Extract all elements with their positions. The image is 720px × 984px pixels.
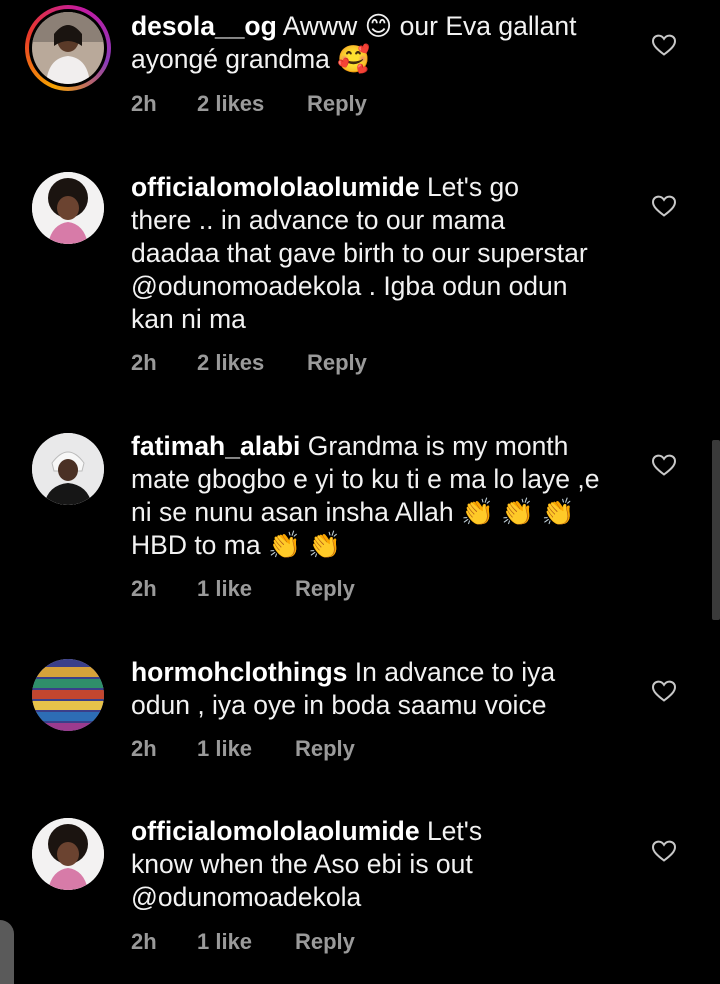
reply-button[interactable]: Reply [307,350,367,376]
avatar-image [32,433,104,505]
avatar[interactable] [32,659,104,731]
avatar[interactable] [32,433,104,505]
reply-button[interactable]: Reply [295,929,355,955]
comment-text: fatimah_alabi Grandma is my month mate g… [131,430,631,562]
comment-time: 2h [131,91,157,116]
comment-time: 2h [131,576,157,601]
avatar[interactable] [25,5,111,91]
comment-text: desola__og Awww 😊 our Eva gallant ayongé… [131,10,631,76]
comment-meta: 2h 1 like Reply [131,736,355,762]
comment-text: hormohclothings In advance to iya odun ,… [131,656,631,722]
comment-username[interactable]: officialomololaolumide [131,172,420,202]
heart-outline-icon[interactable] [651,194,677,218]
comment-likes[interactable]: 2 likes [197,350,307,376]
comment-meta: 2h 1 like Reply [131,929,355,955]
reply-button[interactable]: Reply [295,736,355,762]
heart-outline-icon[interactable] [651,33,677,57]
avatar[interactable] [32,172,104,244]
heart-outline-icon[interactable] [651,453,677,477]
comment-meta: 2h 1 like Reply [131,576,355,602]
heart-outline-icon[interactable] [651,839,677,863]
comment-text: officialomololaolumide Let's go there ..… [131,171,631,336]
edge-handle[interactable] [0,920,14,984]
comment-username[interactable]: officialomololaolumide [131,816,420,846]
avatar-image [32,172,104,244]
comment-time: 2h [131,736,157,761]
comment-username[interactable]: hormohclothings [131,657,347,687]
reply-button[interactable]: Reply [307,91,367,117]
comment-time: 2h [131,350,157,375]
comment-likes[interactable]: 1 like [197,736,295,762]
comment-meta: 2h 2 likes Reply [131,91,367,117]
avatar[interactable] [32,818,104,890]
comment-username[interactable]: fatimah_alabi [131,431,300,461]
comment-likes[interactable]: 1 like [197,929,295,955]
comment-likes[interactable]: 1 like [197,576,295,602]
comment-likes[interactable]: 2 likes [197,91,307,117]
avatar-image [32,659,104,731]
avatar-image [32,12,104,84]
comment-time: 2h [131,929,157,954]
comment-username[interactable]: desola__og [131,11,277,41]
comment-meta: 2h 2 likes Reply [131,350,367,376]
comment-text: officialomololaolumide Let's know when t… [131,815,631,914]
heart-outline-icon[interactable] [651,679,677,703]
scrollbar[interactable] [712,440,720,620]
avatar-image [32,818,104,890]
reply-button[interactable]: Reply [295,576,355,602]
